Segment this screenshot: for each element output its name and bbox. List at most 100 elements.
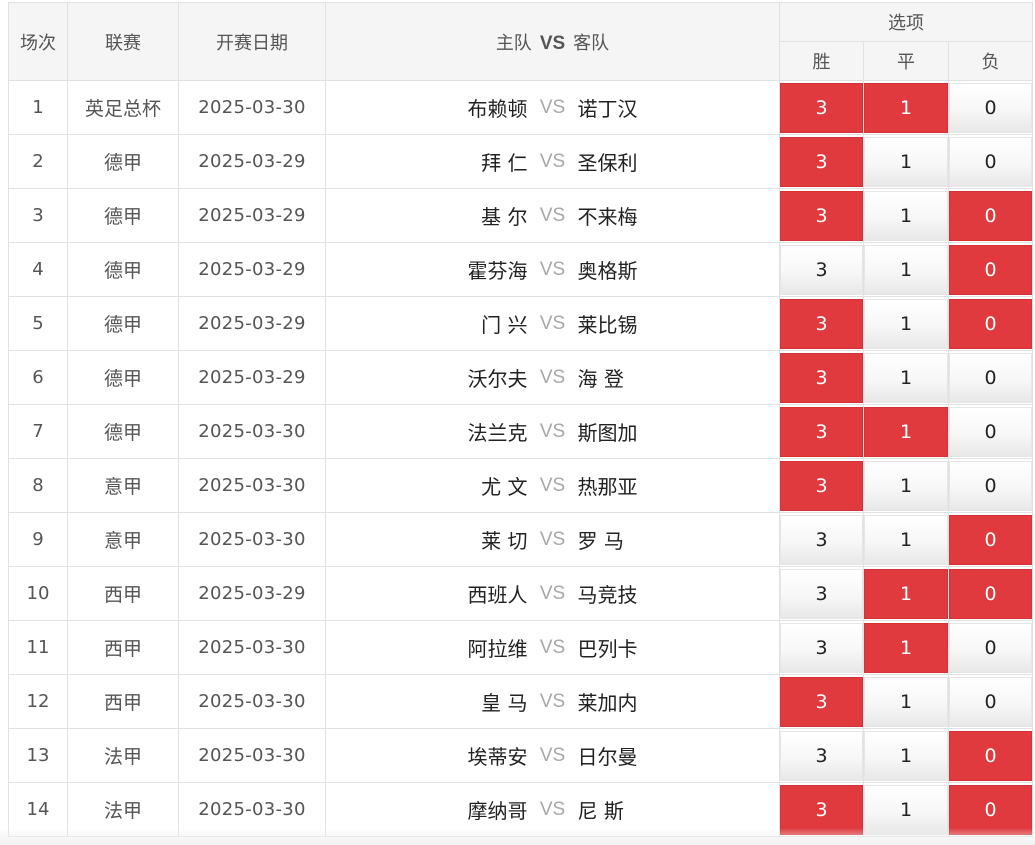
option-win-button[interactable]: 3 [780, 676, 863, 727]
vs-label: VS [539, 528, 566, 550]
option-win-button[interactable]: 3 [780, 136, 863, 187]
match-teams: 沃尔夫 VS 海 登 [325, 350, 780, 405]
match-league: 西甲 [67, 674, 179, 729]
match-number: 6 [8, 350, 68, 405]
option-draw-button[interactable]: 1 [864, 514, 948, 565]
option-win-cell: 3 [779, 674, 864, 729]
vs-label: VS [539, 204, 566, 226]
option-loss-cell: 0 [947, 620, 1034, 675]
match-rows: 1 英足总杯 2025-03-30 布赖顿 VS 诺丁汉 3 1 0 2 德甲 … [8, 80, 1034, 837]
match-number: 3 [8, 188, 68, 243]
option-draw-button[interactable]: 1 [864, 298, 948, 349]
option-draw-button[interactable]: 1 [864, 190, 948, 241]
option-loss-button[interactable]: 0 [949, 136, 1033, 187]
option-win-button[interactable]: 3 [780, 244, 863, 295]
option-win-cell: 3 [779, 80, 864, 135]
match-teams: 法兰克 VS 斯图加 [325, 404, 780, 459]
option-win-button[interactable]: 3 [780, 514, 863, 565]
option-loss-button[interactable]: 0 [949, 568, 1033, 619]
option-loss-button[interactable]: 0 [949, 784, 1033, 835]
option-win-button[interactable]: 3 [780, 82, 863, 133]
home-team: 霍芬海 [467, 259, 528, 283]
match-date: 2025-03-29 [178, 296, 326, 351]
header-match: 主队 VS 客队 [325, 2, 780, 81]
home-team: 摩纳哥 [467, 799, 528, 823]
match-date: 2025-03-30 [178, 404, 326, 459]
match-teams: 埃蒂安 VS 日尔曼 [325, 728, 780, 783]
option-loss-button[interactable]: 0 [949, 352, 1033, 403]
vs-label: VS [539, 690, 566, 712]
match-teams-inner: 沃尔夫 VS 海 登 [326, 363, 779, 392]
match-number: 9 [8, 512, 68, 567]
match-league: 德甲 [67, 242, 179, 297]
match-row: 2 德甲 2025-03-29 拜 仁 VS 圣保利 3 1 0 [8, 134, 1034, 189]
away-team: 马竞技 [577, 583, 638, 607]
option-win-button[interactable]: 3 [780, 460, 863, 511]
option-win-button[interactable]: 3 [780, 298, 863, 349]
vs-label: VS [539, 258, 566, 280]
option-loss-cell: 0 [947, 566, 1034, 621]
option-draw-button[interactable]: 1 [864, 622, 948, 673]
option-draw-button[interactable]: 1 [864, 784, 948, 835]
header-home: 主队 [495, 32, 532, 54]
option-draw-button[interactable]: 1 [864, 730, 948, 781]
option-draw-button[interactable]: 1 [864, 82, 948, 133]
option-loss-button[interactable]: 0 [949, 460, 1033, 511]
option-win-button[interactable]: 3 [780, 190, 863, 241]
option-draw-button[interactable]: 1 [864, 406, 948, 457]
option-win-cell: 3 [779, 296, 864, 351]
match-number: 8 [8, 458, 68, 513]
match-league: 法甲 [67, 782, 179, 837]
header-league: 联赛 [67, 2, 179, 81]
header-row-top: 场次 联赛 开赛日期 主队 VS 客队 选项 [8, 2, 1034, 81]
option-loss-button[interactable]: 0 [949, 730, 1033, 781]
match-number: 13 [8, 728, 68, 783]
option-draw-button[interactable]: 1 [864, 460, 948, 511]
option-draw-button[interactable]: 1 [864, 676, 948, 727]
match-teams: 阿拉维 VS 巴列卡 [325, 620, 780, 675]
option-loss-button[interactable]: 0 [949, 298, 1033, 349]
option-win-button[interactable]: 3 [780, 622, 863, 673]
header-away: 客队 [573, 32, 610, 54]
option-loss-button[interactable]: 0 [949, 82, 1033, 133]
match-date: 2025-03-29 [178, 242, 326, 297]
match-number: 5 [8, 296, 68, 351]
option-draw-cell: 1 [863, 620, 949, 675]
option-draw-button[interactable]: 1 [864, 352, 948, 403]
match-row: 5 德甲 2025-03-29 门 兴 VS 莱比锡 3 1 0 [8, 296, 1034, 351]
match-row: 9 意甲 2025-03-30 莱 切 VS 罗 马 3 1 0 [8, 512, 1034, 567]
match-row: 10 西甲 2025-03-29 西班人 VS 马竞技 3 1 0 [8, 566, 1034, 621]
home-team: 莱 切 [481, 529, 528, 553]
option-win-cell: 3 [779, 188, 864, 243]
match-date: 2025-03-29 [178, 566, 326, 621]
vs-label: VS [539, 474, 566, 496]
option-draw-button[interactable]: 1 [864, 244, 948, 295]
option-win-button[interactable]: 3 [780, 568, 863, 619]
option-loss-cell: 0 [947, 134, 1034, 189]
option-win-button[interactable]: 3 [780, 784, 863, 835]
option-win-button[interactable]: 3 [780, 352, 863, 403]
home-team: 埃蒂安 [467, 745, 528, 769]
away-team: 诺丁汉 [577, 97, 638, 121]
match-league: 德甲 [67, 296, 179, 351]
option-draw-button[interactable]: 1 [864, 136, 948, 187]
option-loss-button[interactable]: 0 [949, 622, 1033, 673]
away-team: 斯图加 [577, 421, 638, 445]
option-loss-button[interactable]: 0 [949, 514, 1033, 565]
option-draw-cell: 1 [863, 242, 949, 297]
match-date: 2025-03-30 [178, 512, 326, 567]
match-teams: 基 尔 VS 不来梅 [325, 188, 780, 243]
option-loss-button[interactable]: 0 [949, 676, 1033, 727]
home-team: 沃尔夫 [467, 367, 528, 391]
option-loss-button[interactable]: 0 [949, 190, 1033, 241]
option-draw-cell: 1 [863, 674, 949, 729]
option-loss-button[interactable]: 0 [949, 406, 1033, 457]
option-loss-button[interactable]: 0 [949, 244, 1033, 295]
match-date: 2025-03-30 [178, 728, 326, 783]
match-teams-inner: 门 兴 VS 莱比锡 [326, 309, 779, 338]
match-date: 2025-03-29 [178, 188, 326, 243]
option-win-button[interactable]: 3 [780, 730, 863, 781]
match-number: 7 [8, 404, 68, 459]
option-draw-button[interactable]: 1 [864, 568, 948, 619]
option-win-button[interactable]: 3 [780, 406, 863, 457]
